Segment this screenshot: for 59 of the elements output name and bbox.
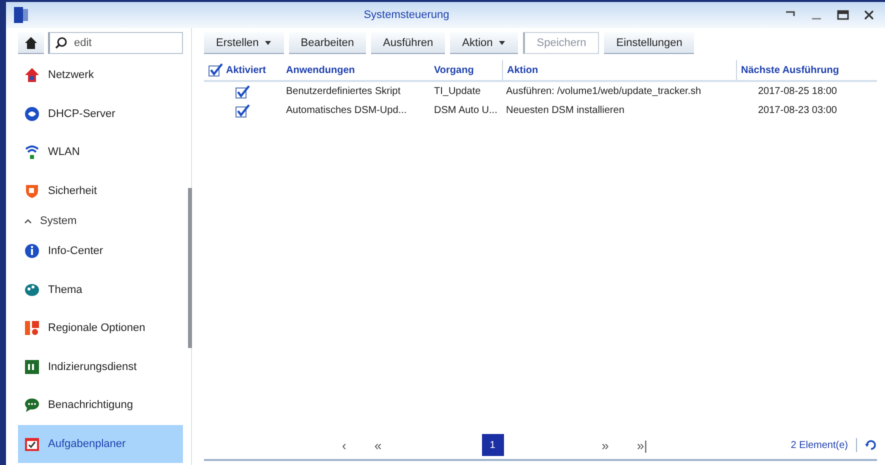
wifi-icon (24, 144, 40, 160)
first-page-button[interactable]: « (366, 438, 390, 452)
table-cell-text: DSM Auto U... (433, 105, 498, 116)
toolbar-button[interactable]: Erstellen (204, 32, 284, 54)
info-icon (24, 243, 40, 260)
scrollbar[interactable] (188, 188, 192, 348)
sidebar-item[interactable]: Regionale Optionen (18, 309, 183, 348)
sidebar-item[interactable]: Benachrichtigung (18, 386, 183, 424)
next-page-button[interactable]: » (594, 438, 617, 452)
sidebar-item[interactable]: WLAN (18, 133, 183, 172)
sidebar-item[interactable]: Netzwerk (18, 56, 183, 94)
column-header[interactable]: Aktion (502, 60, 736, 80)
refresh-icon[interactable] (865, 439, 877, 451)
checkbox[interactable] (208, 63, 224, 77)
table-cell-text: TI_Update (433, 86, 482, 97)
table-cell-text: Ausführen: /volume1/web/update_tracker.sh (505, 86, 702, 97)
window-title: Systemsteuerung (362, 9, 450, 21)
toolbar-button[interactable]: Aktion (450, 32, 518, 54)
item-count: 2 Element(e) (790, 440, 848, 450)
home-button[interactable] (18, 32, 44, 54)
chat-icon (24, 397, 40, 414)
column-header[interactable]: Vorgang (430, 60, 502, 80)
search-icon (55, 37, 67, 49)
region-icon (24, 320, 40, 336)
sidebar-item[interactable]: Thema (18, 270, 183, 309)
column-header[interactable]: Anwendungen (282, 60, 430, 80)
table-cell-text: Automatisches DSM-Upd... (285, 105, 408, 116)
previous-page-button[interactable]: ‹ (334, 438, 354, 452)
page-number-button[interactable]: 1 (482, 434, 504, 456)
home-icon (25, 36, 37, 48)
toolbar-button[interactable]: Einstellungen (604, 32, 694, 54)
globe-icon (24, 106, 40, 122)
toolbar-button[interactable]: Ausführen (371, 32, 446, 54)
column-header[interactable]: Nächste Ausführung (736, 60, 866, 80)
table-row[interactable]: Automatisches DSM-Upd... DSM Auto U... Neuesten DSM installieren 2017-08-23 03:00 (204, 101, 877, 120)
table-row[interactable]: Benutzerdefiniertes Skript TI_Update Ausführen: /volume1/web/update_tracker.sh 2017-08-25 18:00 (204, 82, 877, 101)
table-cell-text: 2017-08-23 03:00 (757, 105, 838, 116)
house-icon (24, 67, 40, 84)
toolbar-button[interactable]: Bearbeiten (288, 32, 366, 54)
search-field[interactable]: edit (48, 32, 183, 54)
checkbox[interactable] (235, 104, 251, 118)
sidebar-item[interactable]: Indizierungsdienst (18, 348, 183, 386)
palette-icon (24, 282, 40, 298)
close-icon[interactable] (863, 10, 875, 20)
column-header[interactable]: Aktiviert (204, 60, 282, 80)
section-label: System (40, 215, 77, 227)
table-cell-text: Neuesten DSM installieren (505, 105, 626, 116)
sidebar-item[interactable]: Aufgabenplaner (18, 424, 183, 463)
maximize-icon[interactable] (837, 10, 849, 20)
app-icon (14, 7, 28, 23)
checkbox[interactable] (235, 84, 251, 98)
calendar-icon (24, 436, 40, 452)
index-icon (24, 358, 40, 375)
last-page-button[interactable]: »| (628, 438, 656, 452)
sidebar-item[interactable]: DHCP-Server (18, 94, 183, 133)
table-cell-text: 2017-08-25 18:00 (757, 86, 838, 97)
column-label: Aktiviert (226, 64, 266, 76)
shield-icon (24, 182, 40, 199)
table-cell-text: Benutzerdefiniertes Skript (285, 86, 402, 97)
